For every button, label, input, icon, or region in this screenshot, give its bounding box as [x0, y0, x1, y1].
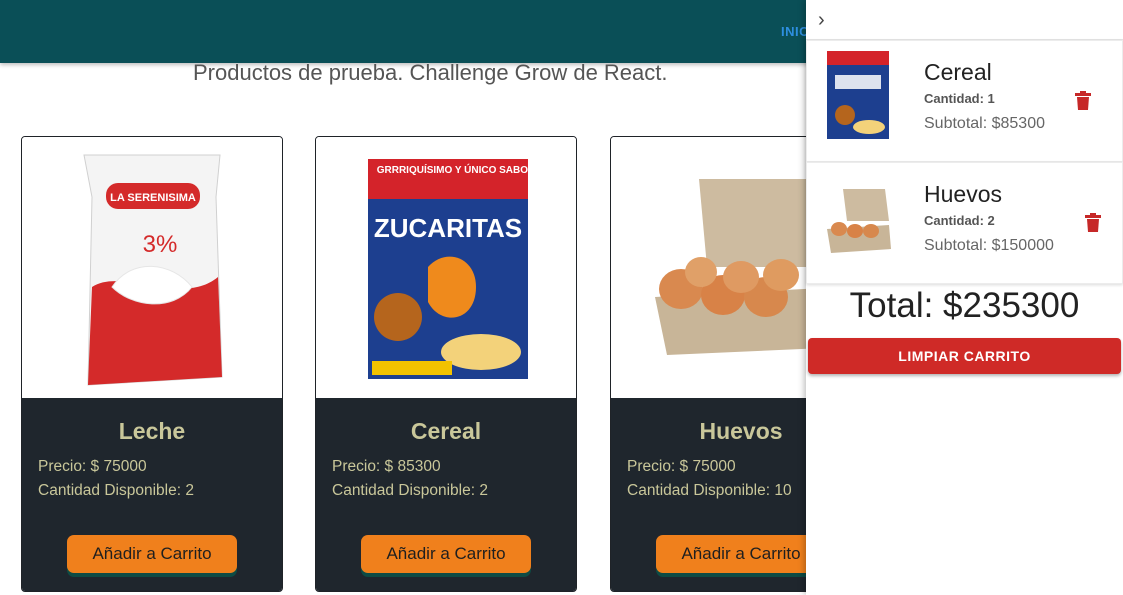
cart-item: Huevos Cantidad: 2 Subtotal: $150000 [806, 162, 1123, 284]
drawer-header: › [806, 0, 1123, 40]
nav-link-inicio[interactable]: INIC [781, 24, 809, 39]
cart-item-quantity: Cantidad: 1 [924, 91, 995, 106]
svg-text:GRRRIQUÍSIMO Y ÚNICO SABOR: GRRRIQUÍSIMO Y ÚNICO SABOR [377, 163, 536, 176]
product-price: Precio: $ 75000 [627, 458, 736, 475]
svg-text:LA SERENISIMA: LA SERENISIMA [110, 192, 196, 204]
page-subtitle: Productos de prueba. Challenge Grow de R… [193, 60, 668, 85]
svg-text:3%: 3% [143, 231, 178, 258]
cart-item-quantity: Cantidad: 2 [924, 213, 995, 228]
eggs-thumbnail [823, 171, 893, 263]
svg-text:ZUCARITAS: ZUCARITAS [374, 213, 522, 243]
add-to-cart-button[interactable]: Añadir a Carrito [361, 535, 531, 573]
product-stock: Cantidad Disponible: 2 [332, 482, 488, 499]
trash-icon[interactable] [1074, 91, 1092, 111]
add-to-cart-button[interactable]: Añadir a Carrito [67, 535, 237, 573]
product-stock: Cantidad Disponible: 2 [38, 482, 194, 499]
cart-total: Total: $235300 [849, 286, 1080, 325]
product-name: Leche [118, 418, 186, 444]
trash-icon[interactable] [1084, 213, 1102, 233]
product-card: GRRRIQUÍSIMO Y ÚNICO SABOR ZUCARITAS Cer… [315, 136, 577, 592]
cart-item-subtotal: Subtotal: $150000 [924, 237, 1054, 254]
product-price: Precio: $ 75000 [38, 458, 147, 475]
milk-bag-image: LA SERENISIMA 3% [22, 137, 282, 398]
cart-item-name: Huevos [924, 181, 1002, 207]
cereal-box-image: GRRRIQUÍSIMO Y ÚNICO SABOR ZUCARITAS [316, 137, 576, 398]
cart-item: Cereal Cantidad: 1 Subtotal: $85300 [806, 40, 1123, 162]
product-card: LA SERENISIMA 3% Leche Precio: $ 75000 C… [21, 136, 283, 592]
cart-item-name: Cereal [924, 59, 992, 85]
clear-cart-button[interactable]: LIMPIAR CARRITO [808, 338, 1121, 374]
product-stock: Cantidad Disponible: 10 [627, 482, 792, 499]
product-price: Precio: $ 85300 [332, 458, 441, 475]
product-name: Cereal [410, 418, 482, 444]
cart-item-subtotal: Subtotal: $85300 [924, 115, 1045, 132]
cereal-thumbnail [823, 49, 893, 141]
add-to-cart-button[interactable]: Añadir a Carrito [656, 535, 826, 573]
chevron-right-icon[interactable]: › [818, 9, 825, 32]
